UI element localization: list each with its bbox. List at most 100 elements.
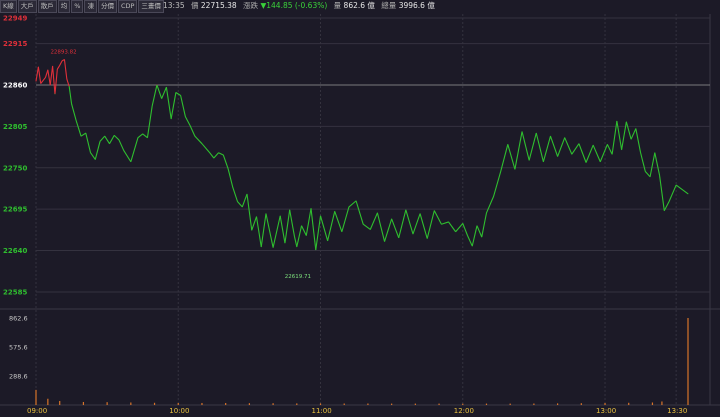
price-point-121 [687, 193, 689, 195]
price-segment-52 [260, 213, 267, 247]
price-point-104 [592, 144, 594, 146]
price-segment-98 [549, 135, 559, 157]
price-segment-41 [208, 151, 215, 159]
price-point-10 [61, 60, 63, 62]
price-segment-18 [90, 152, 96, 160]
price-point-30 [151, 105, 153, 107]
price-segment-74 [391, 218, 400, 238]
price-point-97 [542, 161, 544, 163]
price-segment-106 [606, 144, 613, 155]
time-tick-label-5: 13:30 [667, 407, 687, 415]
price-point-21 [104, 135, 106, 137]
price-point-100 [564, 137, 566, 139]
price-segment-69 [355, 200, 364, 225]
price-segment-68 [348, 200, 357, 208]
price-segment-42 [213, 152, 219, 159]
price-segment-5 [49, 66, 54, 86]
price-segment-34 [170, 92, 177, 119]
price-segment-11 [63, 59, 68, 80]
price-segment-38 [189, 125, 196, 137]
price-point-117 [659, 174, 660, 176]
price-segment-115 [649, 152, 656, 177]
price-point-60 [301, 225, 302, 227]
price-segment-47 [237, 201, 243, 208]
price-segment-85 [467, 235, 473, 247]
price-segment-82 [448, 221, 457, 233]
price-segment-104 [592, 144, 601, 162]
price-point-16 [80, 135, 82, 137]
price-point-6 [52, 65, 53, 67]
price-point-57 [289, 209, 291, 211]
price-point-4 [47, 69, 49, 71]
price-segment-27 [137, 133, 144, 139]
price-point-42 [213, 157, 215, 159]
price-segment-49 [246, 194, 253, 231]
price-point-82 [448, 221, 449, 223]
price-segment-44 [222, 154, 229, 169]
price-segment-73 [383, 218, 393, 242]
price-segment-23 [113, 135, 120, 141]
price-segment-110 [625, 121, 632, 140]
price-tick-label-7: 22585 [3, 288, 27, 296]
price-segment-59 [296, 225, 303, 247]
price-point-23 [113, 135, 115, 136]
price-point-93 [514, 168, 516, 170]
price-segment-13 [68, 86, 73, 104]
price-segment-6 [52, 66, 56, 95]
price-point-85 [467, 235, 468, 236]
price-point-29 [147, 137, 148, 139]
price-point-20 [99, 141, 101, 142]
price-point-80 [433, 210, 435, 212]
price-point-64 [320, 215, 321, 217]
price-segment-80 [433, 210, 442, 225]
price-tick-label-2: 22860 [3, 81, 27, 89]
price-segment-119 [668, 184, 677, 202]
price-segment-40 [201, 143, 210, 153]
price-point-108 [616, 120, 618, 122]
price-point-17 [85, 132, 87, 134]
price-segment-17 [85, 133, 92, 153]
price-point-92 [507, 144, 509, 145]
price-point-101 [571, 153, 573, 155]
price-point-44 [222, 154, 224, 156]
price-segment-65 [327, 211, 336, 241]
price-segment-108 [616, 121, 623, 150]
price-point-34 [170, 118, 172, 120]
price-point-74 [391, 218, 393, 220]
price-segment-66 [334, 211, 343, 232]
price-segment-20 [99, 135, 106, 142]
price-point-37 [184, 116, 186, 117]
price-point-36 [180, 95, 182, 96]
price-segment-4 [47, 69, 51, 86]
price-point-39 [194, 135, 196, 137]
price-segment-77 [412, 213, 421, 235]
price-segment-46 [232, 187, 239, 202]
price-segment-114 [644, 171, 651, 178]
price-point-79 [426, 238, 428, 239]
price-segment-58 [293, 236, 298, 247]
price-segment-14 [71, 103, 77, 122]
price-point-43 [218, 152, 219, 154]
price-point-78 [419, 213, 421, 215]
price-segment-61 [305, 208, 312, 236]
price-segment-31 [156, 84, 163, 99]
price-point-96 [535, 132, 537, 134]
price-point-48 [241, 206, 243, 208]
price-point-26 [130, 161, 132, 163]
price-point-12 [66, 78, 68, 80]
price-segment-39 [194, 135, 203, 145]
price-segment-79 [426, 210, 435, 239]
price-segment-72 [376, 212, 386, 242]
price-point-52 [260, 246, 262, 248]
price-segment-95 [528, 133, 537, 161]
price-point-77 [412, 233, 414, 235]
price-point-90 [493, 195, 494, 197]
price-segment-19 [94, 141, 101, 160]
price-segment-55 [279, 215, 286, 244]
price-point-106 [606, 144, 608, 145]
price-point-22 [109, 143, 110, 145]
price-point-61 [305, 235, 307, 236]
price-segment-56 [284, 209, 291, 244]
price-segment-94 [521, 131, 530, 161]
price-point-91 [500, 171, 502, 172]
